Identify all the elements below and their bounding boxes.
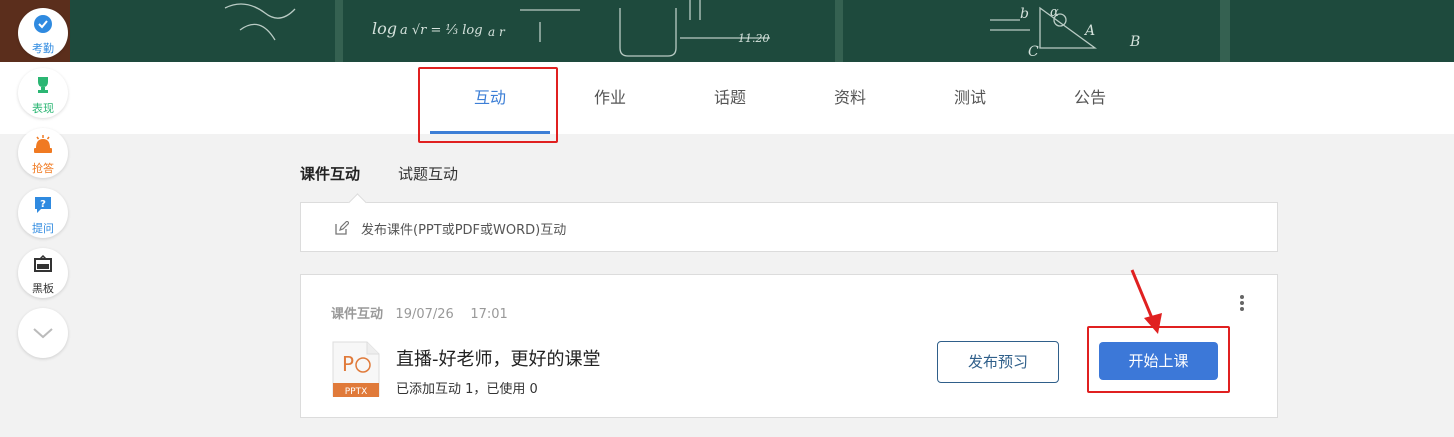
question-icon: ? [35, 197, 51, 213]
header-banner: log a √r = ⅓ log a r b α A B C 11.20 [0, 0, 1454, 62]
svg-text:A: A [1083, 23, 1095, 39]
dot [1240, 307, 1244, 311]
sidebar-item-performance[interactable]: 表现 [18, 68, 68, 118]
sidebar-item-label: 抢答 [32, 162, 54, 175]
sidebar-item-attendance[interactable]: 考勤 [18, 8, 68, 58]
card-meta: 课件互动 19/07/26 17:01 [331, 303, 508, 322]
blackboard-icon [34, 255, 52, 272]
svg-text:P: P [342, 352, 354, 376]
tab-materials[interactable]: 资料 [790, 62, 910, 134]
buzzer-icon [34, 135, 52, 153]
main-tab-bar: 互动 作业 话题 资料 测试 公告 [0, 62, 1454, 134]
sidebar-item-buzzer[interactable]: 抢答 [18, 128, 68, 178]
svg-text:α: α [1050, 5, 1059, 20]
dot [1240, 301, 1244, 305]
subtab-question-interaction[interactable]: 试题互动 [398, 163, 458, 184]
highlight-box-tab [418, 67, 558, 143]
edit-icon [335, 221, 349, 235]
publish-preview-button[interactable]: 发布预习 [937, 341, 1059, 383]
tab-topic[interactable]: 话题 [670, 62, 790, 134]
pptx-file-icon: P PPTX [332, 341, 380, 397]
courseware-title[interactable]: 直播-好老师，更好的课堂 [396, 345, 601, 371]
card-type: 课件互动 [331, 307, 384, 322]
svg-text:a √r = ⅓ log: a √r = ⅓ log [400, 23, 483, 38]
check-pin-icon [34, 15, 52, 33]
more-options-icon[interactable] [1236, 293, 1248, 313]
tab-test[interactable]: 测试 [910, 62, 1030, 134]
svg-text:log: log [372, 19, 397, 38]
sidebar-item-blackboard[interactable]: 黑板 [18, 248, 68, 298]
svg-text:a r: a r [488, 25, 506, 39]
tab-label: 公告 [1073, 88, 1106, 107]
publish-courseware-bar[interactable]: 发布课件(PPT或PDF或WORD)互动 [300, 193, 1278, 252]
interaction-stats: 已添加互动 1，已使用 0 [396, 382, 538, 397]
svg-text:?: ? [40, 199, 46, 210]
sidebar-item-label: 黑板 [32, 282, 54, 295]
subtab-courseware-interaction[interactable]: 课件互动 [300, 163, 360, 184]
sidebar-item-label: 提问 [32, 222, 54, 235]
chalkboard-illustration: log a √r = ⅓ log a r b α A B C 11.20 [224, 0, 1140, 60]
subtab-pointer [348, 193, 367, 212]
trophy-icon [38, 77, 48, 93]
sidebar-item-question[interactable]: ? 提问 [18, 188, 68, 238]
tab-label: 资料 [833, 88, 866, 107]
svg-text:B: B [1129, 34, 1140, 50]
card-date: 19/07/26 [395, 307, 454, 322]
sidebar-item-label: 表现 [32, 102, 54, 115]
tab-homework[interactable]: 作业 [550, 62, 670, 134]
sidebar-expand-button[interactable] [18, 308, 68, 358]
publish-label: 发布课件(PPT或PDF或WORD)互动 [361, 223, 567, 238]
svg-text:C: C [1028, 44, 1039, 60]
card-time: 17:01 [470, 307, 508, 322]
svg-text:11.20: 11.20 [738, 32, 770, 45]
annotation-arrow-icon [1130, 269, 1162, 334]
tab-label: 作业 [593, 88, 626, 107]
tab-announcement[interactable]: 公告 [1030, 62, 1150, 134]
dot [1240, 295, 1244, 299]
chevron-down-icon [33, 328, 53, 339]
tab-label: 话题 [713, 88, 746, 107]
sidebar-item-label: 考勤 [32, 42, 54, 55]
tab-label: 测试 [953, 88, 986, 107]
svg-text:b: b [1020, 6, 1029, 22]
file-type-label: PPTX [345, 387, 368, 397]
